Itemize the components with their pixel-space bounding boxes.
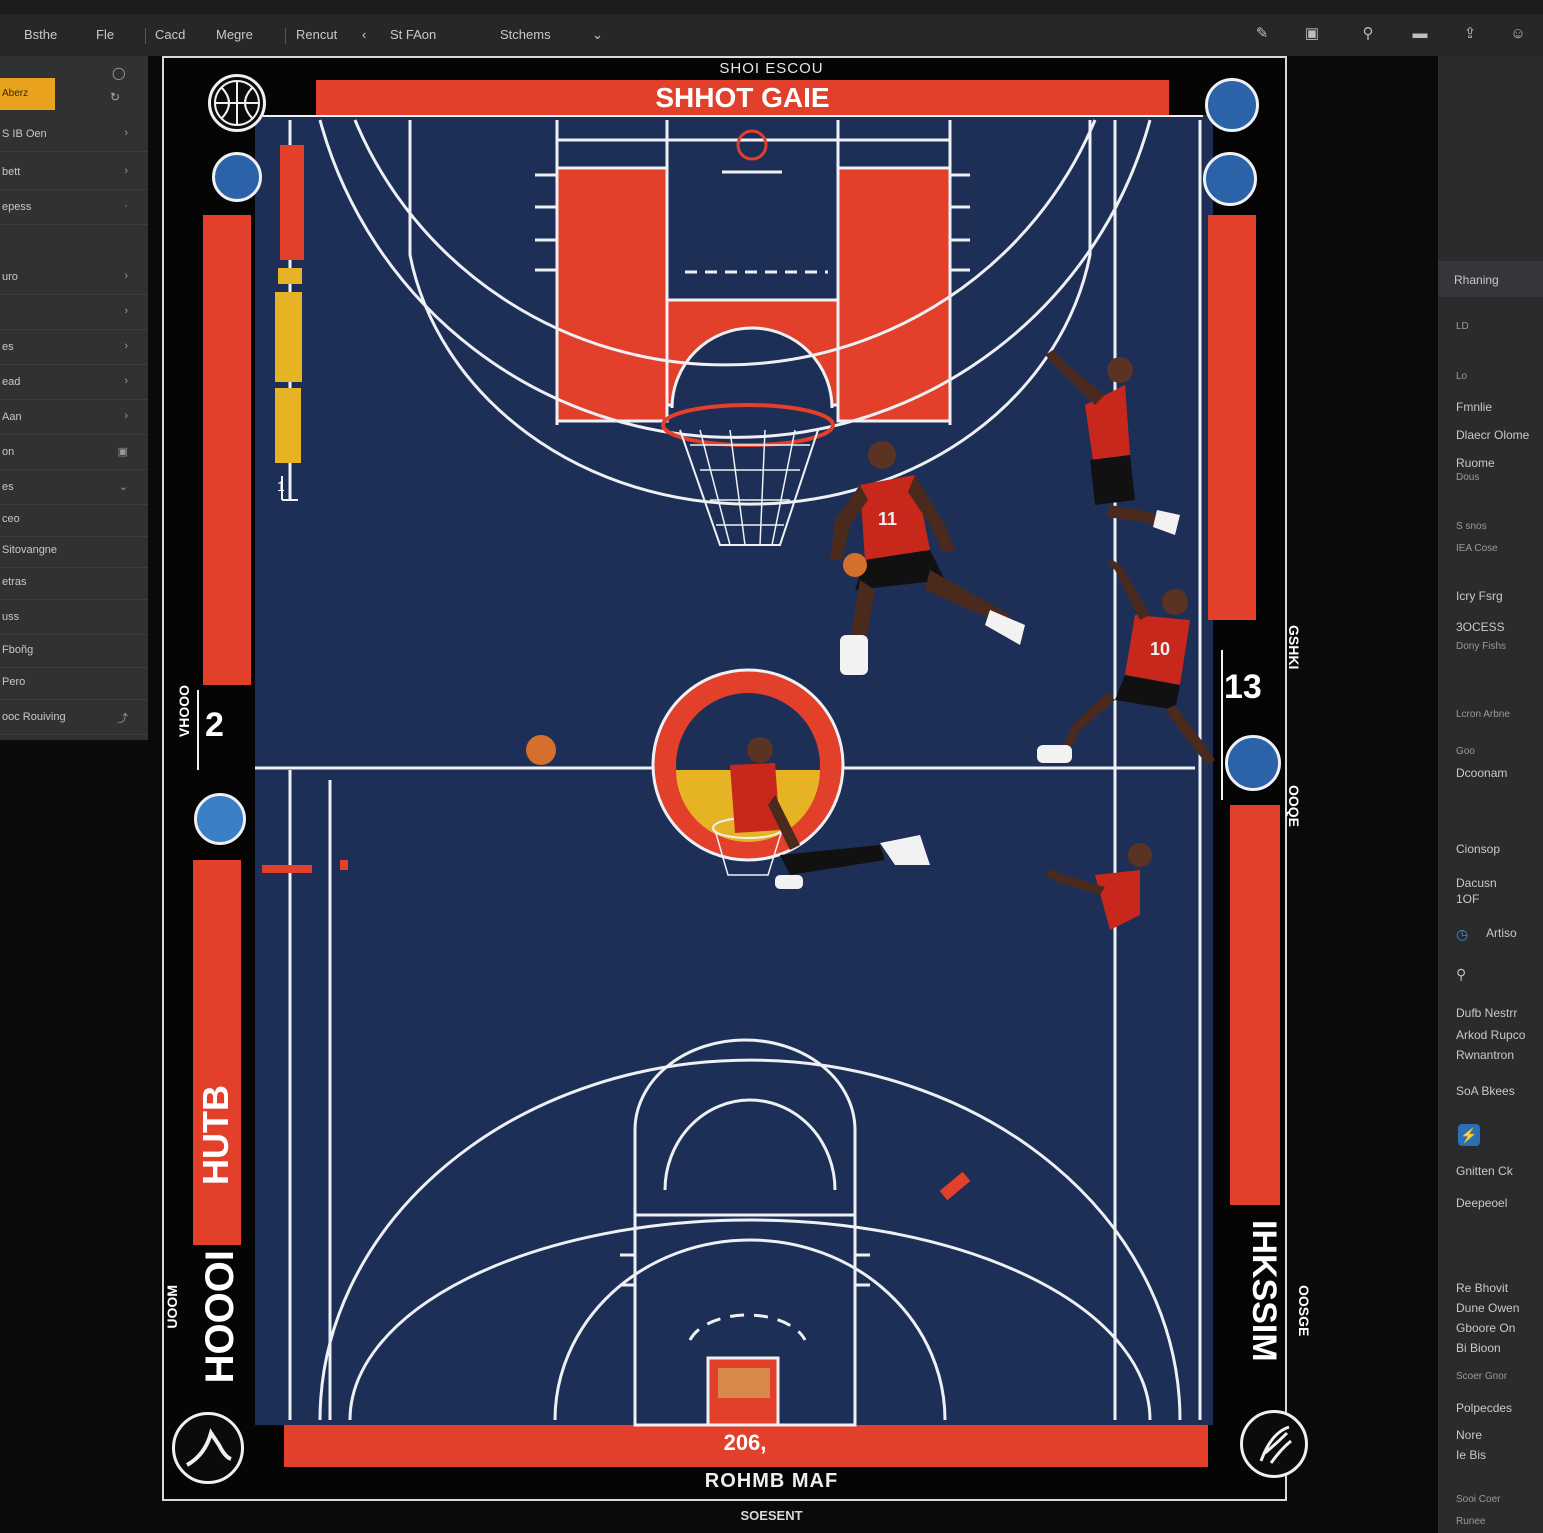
right-panel-entry[interactable]: Dlaecr Olome <box>1456 428 1529 442</box>
right-panel-entry[interactable]: Dcoonam <box>1456 766 1507 780</box>
team-logo-1[interactable] <box>212 152 262 202</box>
right-red-bar-bottom <box>1230 805 1280 1205</box>
team-logo-2[interactable] <box>1205 78 1259 132</box>
right-panel-entry[interactable]: Lo <box>1456 371 1467 382</box>
left-vertical-main: HOOOI <box>198 1250 242 1384</box>
right-panel-entry[interactable]: Dony Fishs <box>1456 641 1506 652</box>
right-panel-entry[interactable]: Arkod Rupco <box>1456 1028 1525 1042</box>
right-panel-entry[interactable]: Ruome <box>1456 456 1495 470</box>
lightning-icon[interactable]: ⚡ <box>1458 1124 1480 1146</box>
right-panel-entry[interactable]: 1OF <box>1456 892 1479 906</box>
right-panel-entry[interactable]: Dufb Nestrr <box>1456 1006 1517 1020</box>
document-subtitle: SHOI ESCOU <box>719 60 824 77</box>
right-panel-entry[interactable]: Gboore On <box>1456 1321 1515 1335</box>
jersey-number-10: 10 <box>1150 639 1170 659</box>
score-left: 2 <box>205 706 224 744</box>
player-jumping-right: 10 <box>1037 560 1215 765</box>
left-red-bar-top <box>203 215 251 685</box>
right-panel-entry[interactable]: Runee <box>1456 1516 1485 1527</box>
player-dunking: 11 <box>830 441 1025 675</box>
jersey-number-11: 11 <box>878 509 897 529</box>
banner-title: SHHOT GAIE <box>655 82 830 113</box>
score-right: 13 <box>1224 668 1262 706</box>
right-panel-entry[interactable]: Rwnantron <box>1456 1048 1514 1062</box>
right-panel-entry[interactable]: Dacusn <box>1456 876 1497 890</box>
bottom-year: 206, <box>723 1430 767 1455</box>
lane-label: 1 <box>277 478 285 494</box>
right-panel-entry[interactable]: Fmnlie <box>1456 400 1492 414</box>
right-panel-entry[interactable]: Cionsop <box>1456 842 1500 856</box>
basketball <box>526 735 556 765</box>
right-panel-entry[interactable]: IEA Cose <box>1456 543 1498 554</box>
right-panel-title: Rhaning <box>1454 273 1499 287</box>
team-logo-4[interactable] <box>1225 735 1281 791</box>
footer-subtitle: SOESENT <box>740 1508 803 1523</box>
left-vertical-small-bottom: UOOM <box>164 1285 180 1329</box>
right-panel-entry[interactable]: Dune Owen <box>1456 1301 1519 1315</box>
player-center <box>730 737 930 889</box>
right-panel-entry[interactable]: Goo <box>1456 746 1475 757</box>
left-vertical-small: VHOOO <box>176 685 192 738</box>
right-panel-entry[interactable]: 3OCESS <box>1456 620 1505 634</box>
pin-icon[interactable]: ⚲ <box>1456 966 1466 983</box>
clock-icon[interactable]: ◷ <box>1456 926 1468 943</box>
right-vertical-mid: OOQE <box>1286 785 1302 828</box>
right-panel-entry[interactable]: SoA Bkees <box>1456 1084 1515 1098</box>
right-vertical-bottom: OOSGE <box>1296 1285 1312 1337</box>
left-vertical-orange: HUTB <box>195 1085 236 1185</box>
right-panel-entry[interactable]: Sooi Coer <box>1456 1494 1500 1505</box>
right-panel-entry[interactable]: Re Bhovit <box>1456 1281 1508 1295</box>
player-bottom-right <box>1045 843 1152 930</box>
footer-title: ROHMB MAF <box>704 1470 839 1492</box>
right-panel-entry[interactable]: Dous <box>1456 472 1479 483</box>
right-panel-entry[interactable]: Artiso <box>1486 926 1517 940</box>
swoosh-logo-right[interactable] <box>1240 1410 1308 1478</box>
right-panel-entry[interactable]: Lcron Arbne <box>1456 709 1510 720</box>
right-panel-entry[interactable]: Polpecdes <box>1456 1401 1512 1415</box>
right-panel-entry[interactable]: Icry Fsrg <box>1456 589 1503 603</box>
left-red-bar-bottom <box>193 860 241 1245</box>
right-panel-entry[interactable]: Bi Bioon <box>1456 1341 1501 1355</box>
right-panel-entry[interactable]: Nore <box>1456 1428 1482 1442</box>
team-logo-3[interactable] <box>1203 152 1257 206</box>
ball-logo[interactable] <box>208 74 266 132</box>
team-logo-5[interactable] <box>194 793 246 845</box>
right-panel-entry[interactable]: Scoer Gnor <box>1456 1371 1507 1382</box>
right-panel-entry[interactable]: Ie Bis <box>1456 1448 1486 1462</box>
right-panel-entry[interactable]: Deepeoel <box>1456 1196 1507 1210</box>
player-jumping-top <box>1045 350 1180 535</box>
right-panel-entry[interactable]: S snos <box>1456 521 1487 532</box>
right-panel-header: Rhaning <box>1438 261 1543 297</box>
right-panel-entry[interactable]: LD <box>1456 321 1469 332</box>
right-panel: Rhaning LD Lo Fmnlie Dlaecr Olome Ruome Dous S… <box>1438 56 1543 1533</box>
right-panel-entry[interactable]: Gnitten Ck <box>1456 1164 1513 1178</box>
right-vertical-main: IHKSSIM <box>1245 1220 1283 1362</box>
right-vertical-top: GSHKI <box>1286 625 1302 670</box>
